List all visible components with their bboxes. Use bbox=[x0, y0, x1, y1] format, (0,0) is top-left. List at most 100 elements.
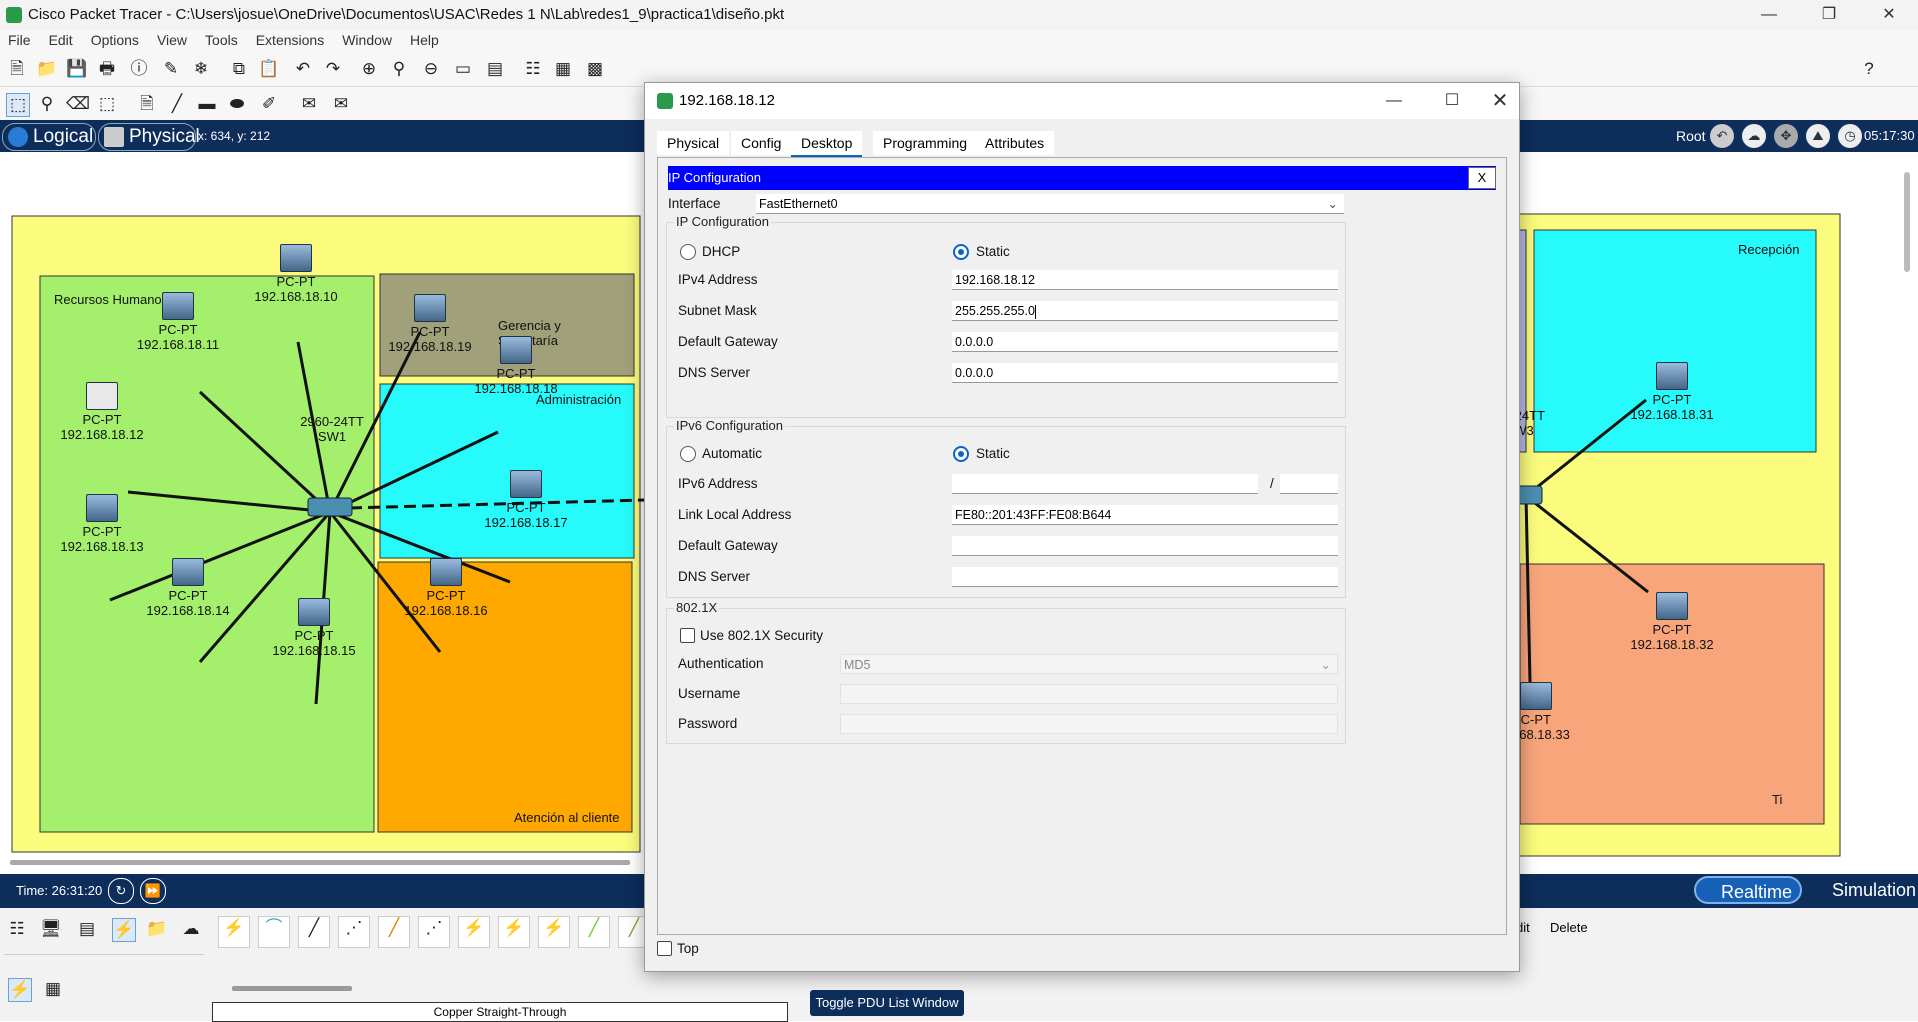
draw-rectangle-icon[interactable]: ▬ bbox=[196, 93, 218, 115]
horizontal-scrollbar[interactable] bbox=[10, 860, 630, 865]
menu-edit[interactable]: Edit bbox=[41, 30, 83, 48]
static-ipv6-radio[interactable] bbox=[953, 446, 969, 462]
dialog-close-icon[interactable]: ✕ bbox=[1477, 86, 1523, 116]
physical-tab[interactable]: Physical bbox=[98, 123, 200, 151]
help-question-icon[interactable]: ? bbox=[1858, 58, 1880, 80]
open-folder-icon[interactable]: 📁 bbox=[36, 58, 58, 80]
crossover-cable-icon[interactable]: ⋰ bbox=[338, 916, 370, 948]
ipv6-dns-input[interactable] bbox=[952, 567, 1338, 587]
device-manager-icon[interactable]: ▦ bbox=[552, 58, 574, 80]
info-icon[interactable]: ⓘ bbox=[128, 58, 150, 80]
pc-18-12[interactable]: PC-PT 192.168.18.12 bbox=[42, 382, 162, 442]
move-viewport-icon[interactable]: ✥ bbox=[1774, 124, 1798, 148]
grid-icon[interactable]: ▦ bbox=[42, 978, 64, 1000]
new-file-icon[interactable]: 🗎 bbox=[6, 58, 28, 80]
octal-cable-icon[interactable]: ╱ bbox=[578, 916, 610, 948]
pc-18-33[interactable]: PC-PT 168.18.33 bbox=[1512, 682, 1582, 742]
ip-config-close-button[interactable]: X bbox=[1468, 167, 1496, 189]
close-icon[interactable]: ✕ bbox=[1866, 0, 1912, 30]
reset-time-icon[interactable]: ↻ bbox=[108, 878, 134, 904]
save-icon[interactable]: 💾 bbox=[66, 58, 88, 80]
complex-pdu-icon[interactable]: ✉ bbox=[330, 93, 352, 115]
network-devices-icon[interactable]: ☷ bbox=[6, 918, 28, 940]
background-image-icon[interactable]: ⛰ bbox=[1806, 124, 1830, 148]
network-info-icon[interactable]: ❄ bbox=[190, 58, 212, 80]
viewport-icon[interactable]: ☷ bbox=[522, 58, 544, 80]
coaxial-cable-icon[interactable]: ⚡ bbox=[458, 916, 490, 948]
tab-config[interactable]: Config bbox=[731, 131, 792, 155]
password-input[interactable] bbox=[840, 714, 1338, 734]
inspect-icon[interactable]: ⚲ bbox=[36, 93, 58, 115]
minimize-icon[interactable]: — bbox=[1746, 0, 1792, 30]
pc-18-32[interactable]: PC-PT 192.168.18.32 bbox=[1612, 592, 1732, 652]
select-icon[interactable]: ⬚ bbox=[6, 93, 30, 117]
undo-icon[interactable]: ↶ bbox=[292, 58, 314, 80]
dns-server-input[interactable]: 0.0.0.0 bbox=[952, 363, 1338, 383]
straight-through-cable-icon[interactable]: ╱ bbox=[298, 916, 330, 948]
image-icon[interactable]: ▩ bbox=[584, 58, 606, 80]
tab-attributes[interactable]: Attributes bbox=[975, 131, 1055, 155]
zoom-reset-icon[interactable]: ⚲ bbox=[388, 58, 410, 80]
use-8021x-checkbox[interactable] bbox=[680, 628, 695, 643]
pc-18-14[interactable]: PC-PT 192.168.18.14 bbox=[128, 558, 248, 618]
pc-18-11[interactable]: PC-PT 192.168.18.11 bbox=[118, 292, 238, 352]
phone-cable-icon[interactable]: ⋰ bbox=[418, 916, 450, 948]
realtime-mode-button[interactable]: Realtime bbox=[1694, 876, 1802, 904]
zoom-in-icon[interactable]: ⊕ bbox=[358, 58, 380, 80]
menu-file[interactable]: File bbox=[0, 30, 41, 48]
tab-programming[interactable]: Programming bbox=[873, 131, 978, 155]
multiuser-icon[interactable]: ☁ bbox=[180, 918, 202, 940]
draw-ellipse-icon[interactable]: ⬬ bbox=[226, 93, 248, 115]
simulation-mode-button[interactable]: Simulation bbox=[1810, 876, 1916, 904]
print-icon[interactable]: 🖶 bbox=[96, 58, 118, 80]
cluster-icon[interactable]: ☁ bbox=[1742, 124, 1766, 148]
resize-icon[interactable]: ⬚ bbox=[96, 93, 118, 115]
drawing-palette-icon[interactable]: ▭ bbox=[452, 58, 474, 80]
ipv4-address-input[interactable]: 192.168.18.12 bbox=[952, 270, 1338, 290]
default-gateway-input[interactable]: 0.0.0.0 bbox=[952, 332, 1338, 352]
dialog-minimize-icon[interactable]: — bbox=[1371, 86, 1417, 116]
menu-options[interactable]: Options bbox=[83, 30, 149, 48]
serial-dce-cable-icon[interactable]: ⚡ bbox=[498, 916, 530, 948]
delete-icon[interactable]: ⌫ bbox=[66, 93, 90, 115]
copy-icon[interactable]: ⧉ bbox=[228, 58, 250, 80]
ipv6-gateway-input[interactable] bbox=[952, 536, 1338, 556]
pc-18-17[interactable]: PC-PT 192.168.18.17 bbox=[466, 470, 586, 530]
switch-sw3-icon[interactable] bbox=[1517, 485, 1543, 505]
end-devices-icon[interactable]: 🖥 bbox=[40, 918, 62, 940]
simple-pdu-icon[interactable]: ✉ bbox=[298, 93, 320, 115]
cable-scrollbar[interactable] bbox=[232, 986, 352, 991]
menu-tools[interactable]: Tools bbox=[197, 30, 248, 48]
fiber-cable-icon[interactable]: ╱ bbox=[378, 916, 410, 948]
redo-icon[interactable]: ↷ bbox=[322, 58, 344, 80]
connections-icon[interactable]: ⚡ bbox=[112, 918, 136, 942]
username-input[interactable] bbox=[840, 684, 1338, 704]
custom-devices-icon[interactable]: ▤ bbox=[484, 58, 506, 80]
tab-physical[interactable]: Physical bbox=[657, 131, 730, 155]
pc-18-15[interactable]: PC-PT 192.168.18.15 bbox=[254, 598, 374, 658]
pc-18-31[interactable]: PC-PT 192.168.18.31 bbox=[1612, 362, 1732, 422]
menu-view[interactable]: View bbox=[149, 30, 197, 48]
logical-tab[interactable]: Logical bbox=[2, 123, 96, 151]
link-local-input[interactable]: FE80::201:43FF:FE08:B644 bbox=[952, 505, 1338, 525]
activity-wizard-icon[interactable]: ✎ bbox=[160, 58, 182, 80]
back-icon[interactable]: ↶ bbox=[1710, 124, 1734, 148]
vertical-scrollbar[interactable] bbox=[1904, 172, 1910, 272]
ipv6-prefix-input[interactable] bbox=[1280, 474, 1338, 494]
authentication-select[interactable]: MD5 ⌄ bbox=[840, 654, 1338, 674]
connections-subcategory-icon[interactable]: ⚡ bbox=[8, 978, 32, 1002]
restore-icon[interactable]: ❐ bbox=[1806, 0, 1852, 30]
fast-forward-icon[interactable]: ⏩ bbox=[140, 878, 166, 904]
components-icon[interactable]: ▤ bbox=[76, 918, 98, 940]
top-checkbox[interactable] bbox=[657, 941, 672, 956]
console-cable-icon[interactable]: ⌒ bbox=[258, 916, 290, 948]
ipv6-address-input[interactable] bbox=[952, 474, 1258, 494]
automatic-ipv6-radio[interactable] bbox=[680, 446, 696, 462]
zoom-out-icon[interactable]: ⊖ bbox=[420, 58, 442, 80]
dialog-maximize-icon[interactable]: ☐ bbox=[1429, 86, 1475, 116]
pc-18-10[interactable]: PC-PT 192.168.18.10 bbox=[236, 244, 356, 304]
pc-18-16[interactable]: PC-PT 192.168.18.16 bbox=[386, 558, 506, 618]
switch-sw1-icon[interactable] bbox=[307, 497, 353, 517]
pc-18-19[interactable]: PC-PT 192.168.18.19 bbox=[370, 294, 490, 354]
interface-select[interactable]: FastEthernet0 ⌄ bbox=[756, 194, 1344, 214]
